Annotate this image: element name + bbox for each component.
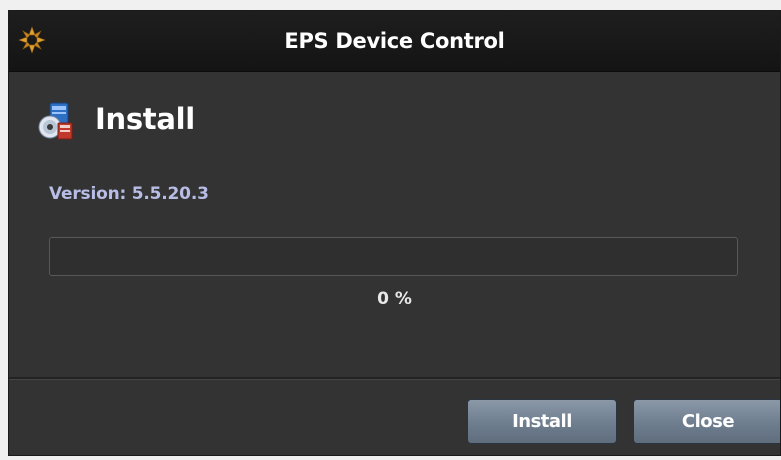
install-button[interactable]: Install <box>467 399 617 444</box>
install-dialog: EPS Device Control Install Version: 5.5.… <box>8 10 781 456</box>
install-progress-bar <box>49 237 738 276</box>
dialog-heading: Install <box>95 102 195 136</box>
progress-percent-label: 0 % <box>377 289 412 309</box>
dialog-content: Install Version: 5.5.20.3 0 % <box>9 72 780 378</box>
installer-package-icon <box>38 102 73 140</box>
close-button[interactable]: Close <box>633 399 780 444</box>
version-label: Version: 5.5.20.3 <box>49 184 209 204</box>
button-bar: Install Close <box>9 377 780 455</box>
window-title: EPS Device Control <box>284 29 505 53</box>
title-bar[interactable]: EPS Device Control <box>9 11 780 72</box>
